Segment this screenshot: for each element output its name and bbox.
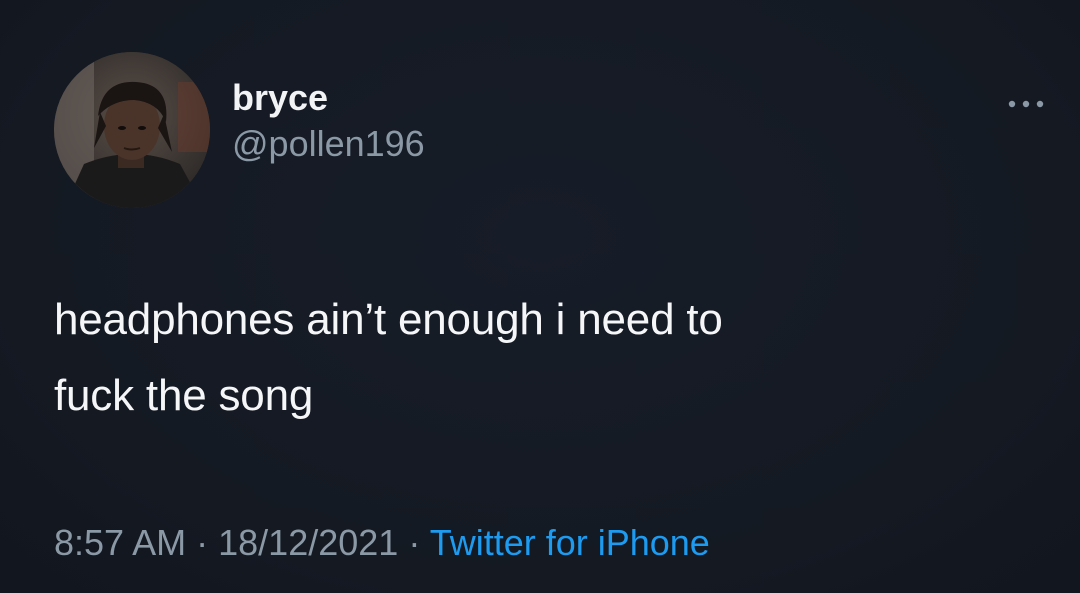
avatar[interactable] (54, 52, 210, 208)
tweet-text-line: headphones ain’t enough i need to (54, 295, 723, 344)
display-name[interactable]: bryce (232, 76, 425, 120)
tweet-text-line: fuck the song (54, 371, 314, 420)
user-info: bryce @pollen196 (232, 76, 425, 166)
tweet-date[interactable]: 18/12/2021 (218, 522, 398, 563)
more-horizontal-icon (1008, 100, 1044, 108)
separator: · (196, 522, 209, 563)
tweet-source-link[interactable]: Twitter for iPhone (430, 522, 710, 563)
tweet-card: bryce @pollen196 headphones ain’t enough… (0, 0, 1080, 593)
user-handle[interactable]: @pollen196 (232, 122, 425, 166)
tweet-text: headphones ain’t enough i need to fuck t… (54, 282, 1034, 434)
tweet-metadata: 8:57 AM · 18/12/2021 · Twitter for iPhon… (54, 516, 710, 570)
separator: · (408, 522, 421, 563)
avatar-photo (54, 52, 210, 208)
more-options-button[interactable] (998, 90, 1054, 118)
tweet-time[interactable]: 8:57 AM (54, 522, 186, 563)
